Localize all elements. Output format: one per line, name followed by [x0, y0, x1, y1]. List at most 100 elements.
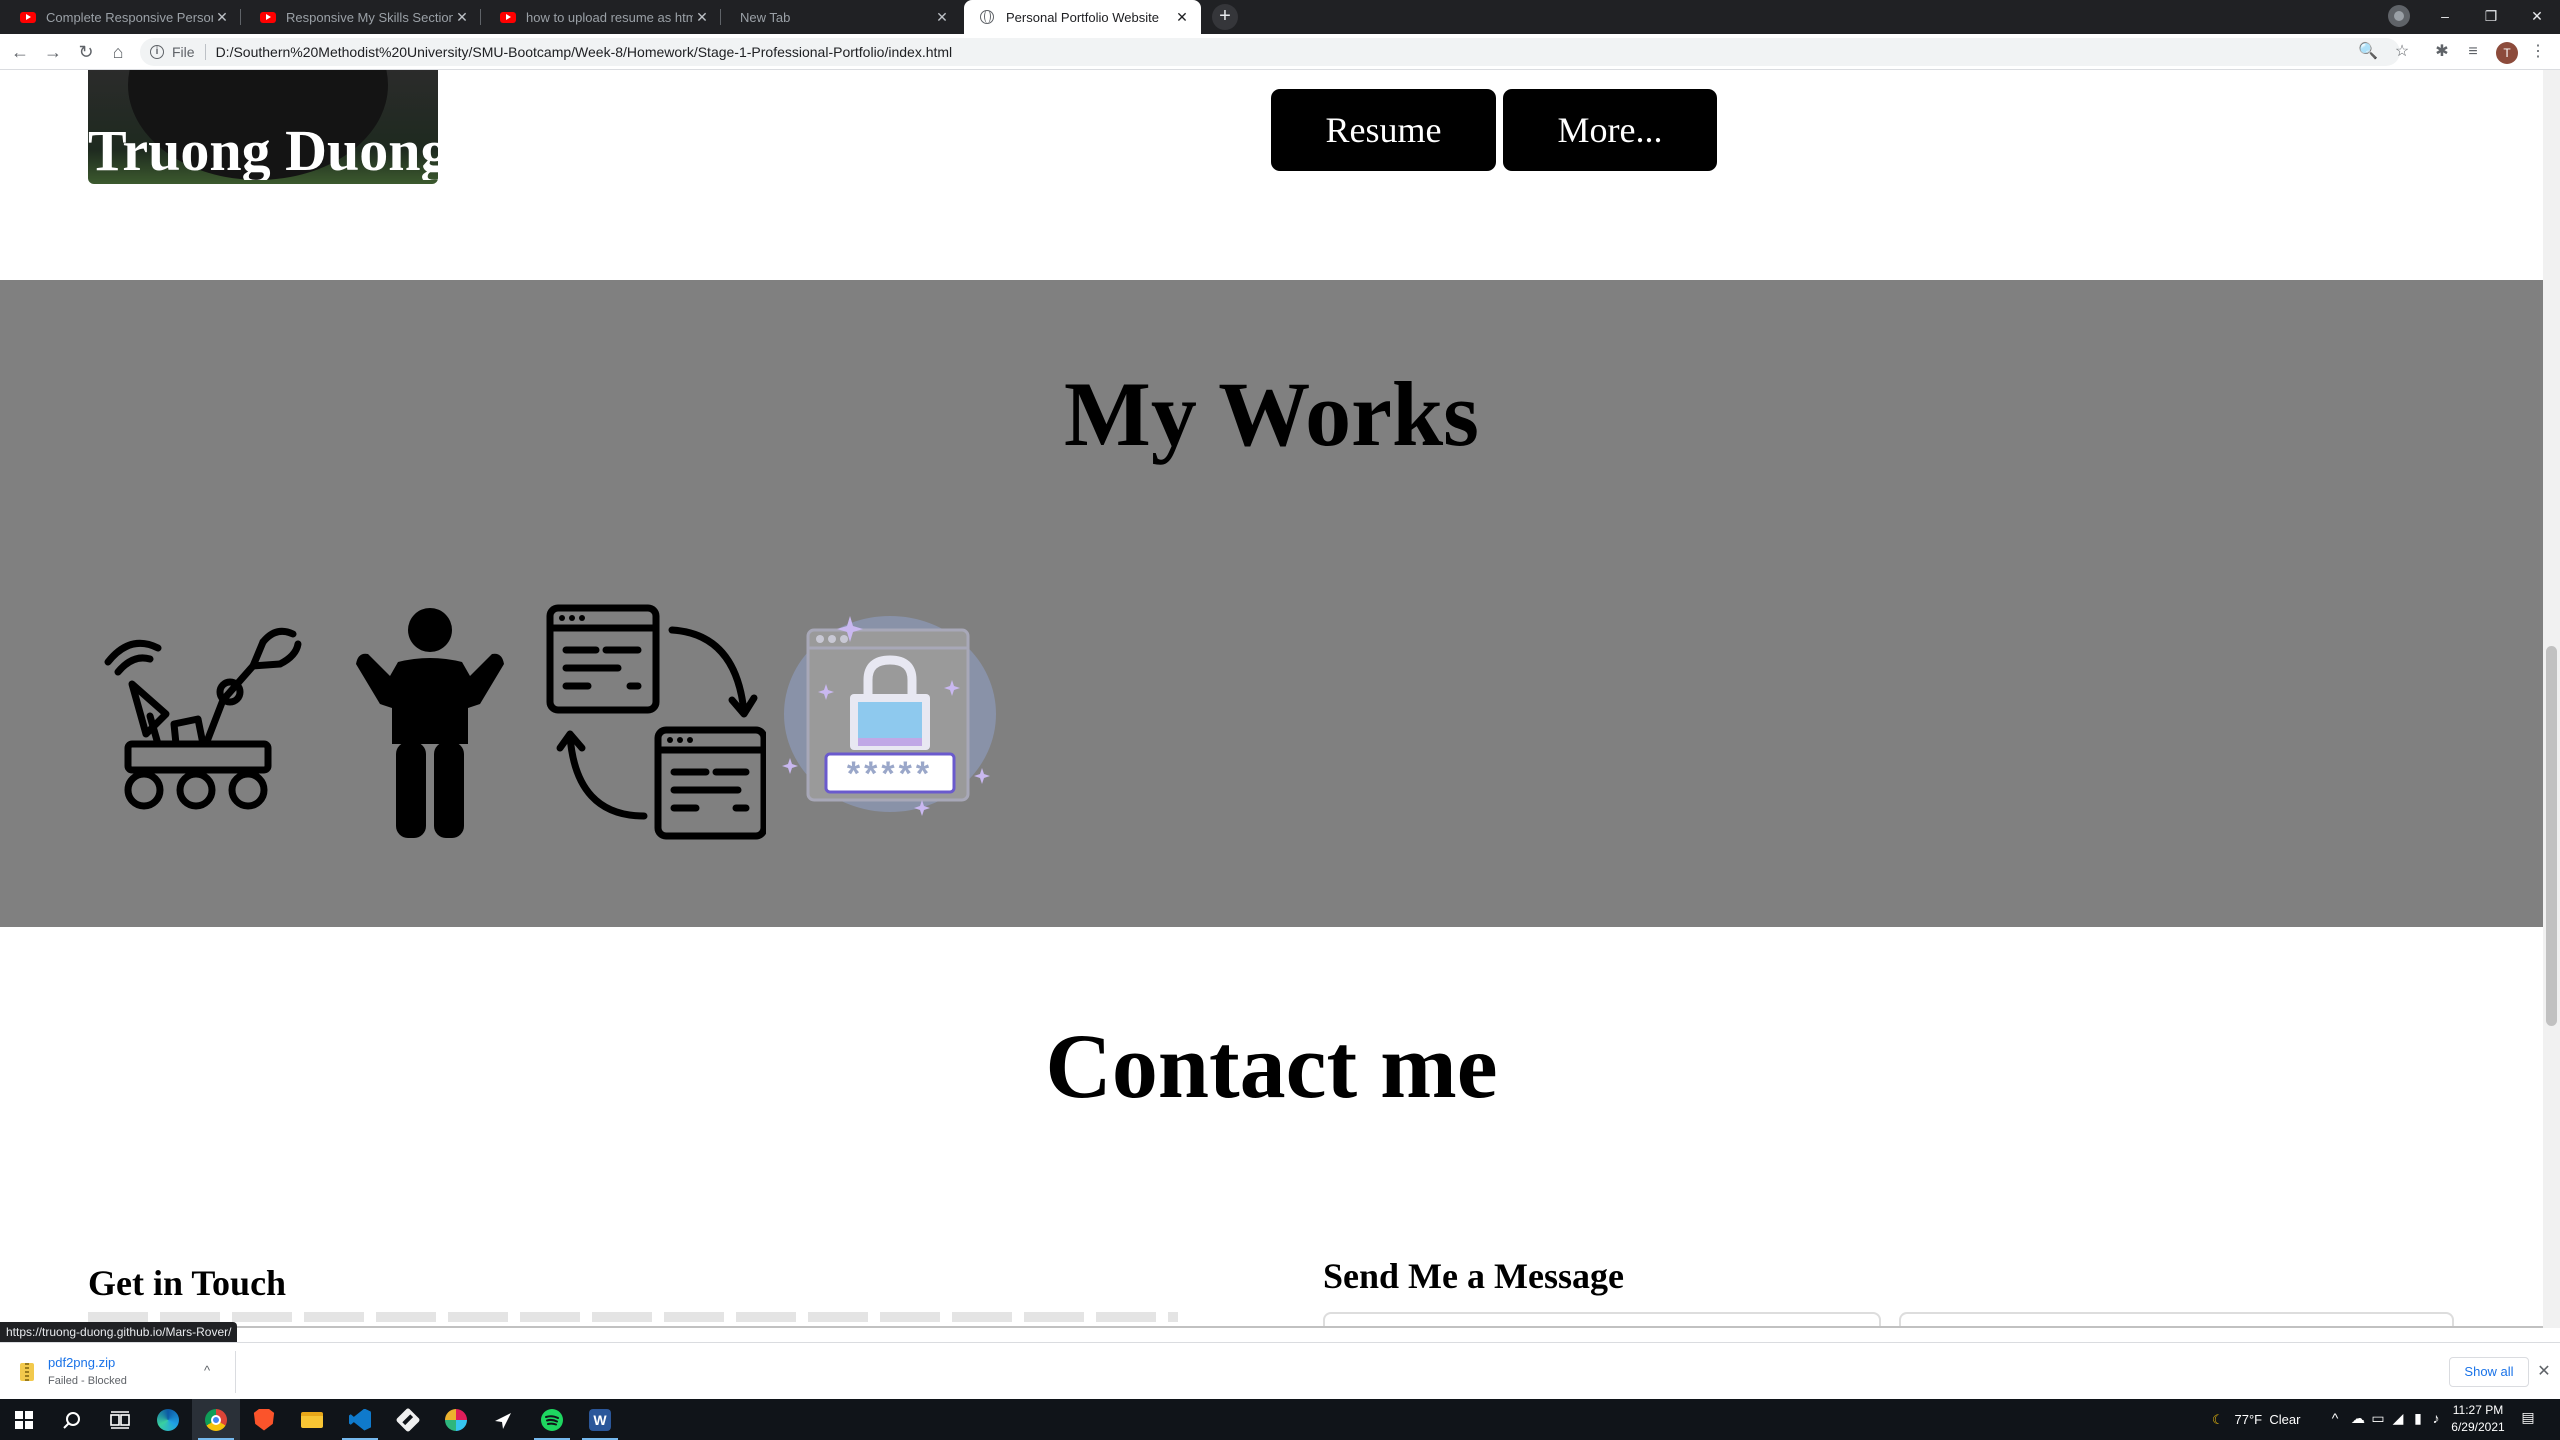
- cloud-icon[interactable]: ☁: [2348, 1410, 2368, 1427]
- notification-icon[interactable]: ▤: [2518, 1409, 2538, 1426]
- volume-icon[interactable]: ♪: [2426, 1410, 2446, 1426]
- get-in-touch-heading: Get in Touch: [88, 1263, 287, 1303]
- more-button[interactable]: More...: [1503, 89, 1717, 171]
- weather-condition: Clear: [2269, 1412, 2301, 1427]
- tab-youtube-skills[interactable]: Responsive My Skills Section Usin ✕: [244, 0, 481, 34]
- browser-menu-icon[interactable]: ⋮: [2528, 42, 2548, 62]
- works-title: My Works: [1064, 363, 1479, 465]
- info-icon[interactable]: i: [150, 45, 164, 59]
- download-file-name[interactable]: pdf2png.zip: [48, 1355, 115, 1370]
- tab-youtube-portfolio[interactable]: Complete Responsive Personal P ✕: [4, 0, 241, 34]
- address-bar[interactable]: i File D:/Southern%20Methodist%20Univers…: [140, 38, 2400, 66]
- slack-icon[interactable]: [432, 1399, 480, 1440]
- tab-search-icon[interactable]: [2388, 5, 2410, 27]
- scheme-label: File: [172, 44, 206, 60]
- search-icon[interactable]: [48, 1399, 96, 1440]
- download-shelf: pdf2png.zip Failed - Blocked ^ Show all …: [0, 1342, 2560, 1399]
- youtube-icon: [260, 11, 276, 23]
- spotify-icon[interactable]: [528, 1399, 576, 1440]
- moon-icon: ☾: [2212, 1412, 2224, 1427]
- horizontal-scrollbar[interactable]: [0, 1326, 2543, 1328]
- task-view-icon[interactable]: [96, 1399, 144, 1440]
- tab-divider: [720, 9, 721, 25]
- link-status-bubble: https://truong-duong.github.io/Mars-Rove…: [0, 1322, 238, 1342]
- git-icon[interactable]: [384, 1399, 432, 1440]
- globe-icon: [980, 10, 994, 24]
- page-viewport: Truong Duong Resume More... My Works ***…: [0, 70, 2560, 1328]
- chevron-up-icon[interactable]: ^: [204, 1363, 210, 1378]
- new-tab-button[interactable]: +: [1212, 4, 1238, 30]
- forward-button[interactable]: →: [41, 40, 65, 64]
- word-icon[interactable]: W: [576, 1399, 624, 1440]
- chevron-up-icon[interactable]: ^: [2325, 1410, 2345, 1426]
- profile-avatar[interactable]: T: [2496, 42, 2518, 64]
- edge-icon[interactable]: [144, 1399, 192, 1440]
- windows-taskbar: W ☾ 77°F Clear ^ ☁ ▭ ◢ ▮ ♪ 11:27 PM 6/29…: [0, 1399, 2560, 1440]
- convert-icon: [546, 604, 768, 840]
- tab-title: Complete Responsive Personal P: [46, 9, 213, 25]
- extensions-icon[interactable]: ✱: [2432, 42, 2452, 62]
- maximize-button[interactable]: ❐: [2468, 0, 2514, 34]
- youtube-icon: [20, 11, 36, 23]
- contact-text-partial: [88, 1312, 1178, 1322]
- chrome-icon[interactable]: [192, 1399, 240, 1440]
- tab-new-tab[interactable]: New Tab ✕: [724, 0, 961, 34]
- bookmark-star-icon[interactable]: ☆: [2392, 42, 2412, 62]
- brave-icon[interactable]: [240, 1399, 288, 1440]
- close-shelf-icon[interactable]: ✕: [2534, 1357, 2554, 1387]
- tab-youtube-resume[interactable]: how to upload resume as html - ✕: [484, 0, 721, 34]
- media-controls-icon[interactable]: ≡: [2463, 42, 2483, 62]
- tab-close-icon[interactable]: ✕: [933, 9, 951, 26]
- url-text[interactable]: D:/Southern%20Methodist%20University/SMU…: [216, 44, 953, 60]
- scrollbar-thumb[interactable]: [2546, 646, 2557, 1026]
- download-item[interactable]: pdf2png.zip Failed - Blocked ^: [8, 1351, 236, 1393]
- hero-name: Truong Duong: [88, 122, 438, 180]
- vscode-icon[interactable]: [336, 1399, 384, 1440]
- person-icon: [356, 608, 504, 838]
- work-item-password[interactable]: *****: [780, 604, 1000, 840]
- vertical-scrollbar[interactable]: [2543, 70, 2560, 1328]
- reload-button[interactable]: ↻: [74, 40, 98, 64]
- show-all-button[interactable]: Show all: [2449, 1357, 2529, 1387]
- portfolio-page: Truong Duong Resume More... My Works ***…: [0, 70, 2543, 1328]
- password-icon: *****: [782, 616, 996, 816]
- tab-portfolio-active[interactable]: Personal Portfolio Website ✕: [964, 0, 1201, 34]
- steam-icon[interactable]: [480, 1399, 528, 1440]
- minimize-button[interactable]: –: [2422, 0, 2468, 34]
- home-button[interactable]: ⌂: [106, 40, 130, 64]
- send-message-heading: Send Me a Message: [1323, 1256, 1624, 1296]
- zoom-icon[interactable]: 🔍: [2358, 42, 2378, 62]
- clock-date[interactable]: 6/29/2021: [2444, 1420, 2512, 1434]
- usb-icon[interactable]: ▭: [2368, 1410, 2388, 1427]
- tab-close-icon[interactable]: ✕: [693, 9, 711, 26]
- work-item-person[interactable]: [320, 604, 540, 840]
- zip-file-icon: [20, 1363, 34, 1381]
- clock-time[interactable]: 11:27 PM: [2448, 1403, 2508, 1417]
- file-explorer-icon[interactable]: [288, 1399, 336, 1440]
- tab-close-icon[interactable]: ✕: [1173, 9, 1191, 26]
- download-status: Failed - Blocked: [48, 1375, 127, 1387]
- weather-temperature: 77°F: [2234, 1412, 2263, 1427]
- tab-title: how to upload resume as html -: [526, 9, 693, 25]
- back-button[interactable]: ←: [8, 40, 32, 64]
- close-window-button[interactable]: ✕: [2514, 0, 2560, 34]
- work-item-mars-rover[interactable]: [88, 604, 308, 840]
- tab-title: Responsive My Skills Section Usin: [286, 9, 453, 25]
- battery-icon[interactable]: ▮: [2408, 1410, 2428, 1427]
- youtube-icon: [500, 11, 516, 23]
- contact-title: Contact me: [1045, 1015, 1498, 1117]
- weather-widget[interactable]: ☾ 77°F Clear: [2212, 1399, 2300, 1440]
- tab-divider: [240, 9, 241, 25]
- resume-button[interactable]: Resume: [1271, 89, 1496, 171]
- tab-close-icon[interactable]: ✕: [453, 9, 471, 26]
- work-item-converter[interactable]: [546, 604, 768, 840]
- tab-close-icon[interactable]: ✕: [213, 9, 231, 26]
- windows-start-icon[interactable]: [0, 1399, 48, 1440]
- tab-title: New Tab: [740, 9, 791, 25]
- works-section: My Works *****: [0, 280, 2543, 927]
- rover-icon: [104, 627, 302, 810]
- tab-divider: [480, 9, 481, 25]
- network-icon[interactable]: ◢: [2388, 1410, 2408, 1427]
- password-mask: *****: [847, 755, 933, 793]
- tab-title: Personal Portfolio Website: [1006, 9, 1159, 25]
